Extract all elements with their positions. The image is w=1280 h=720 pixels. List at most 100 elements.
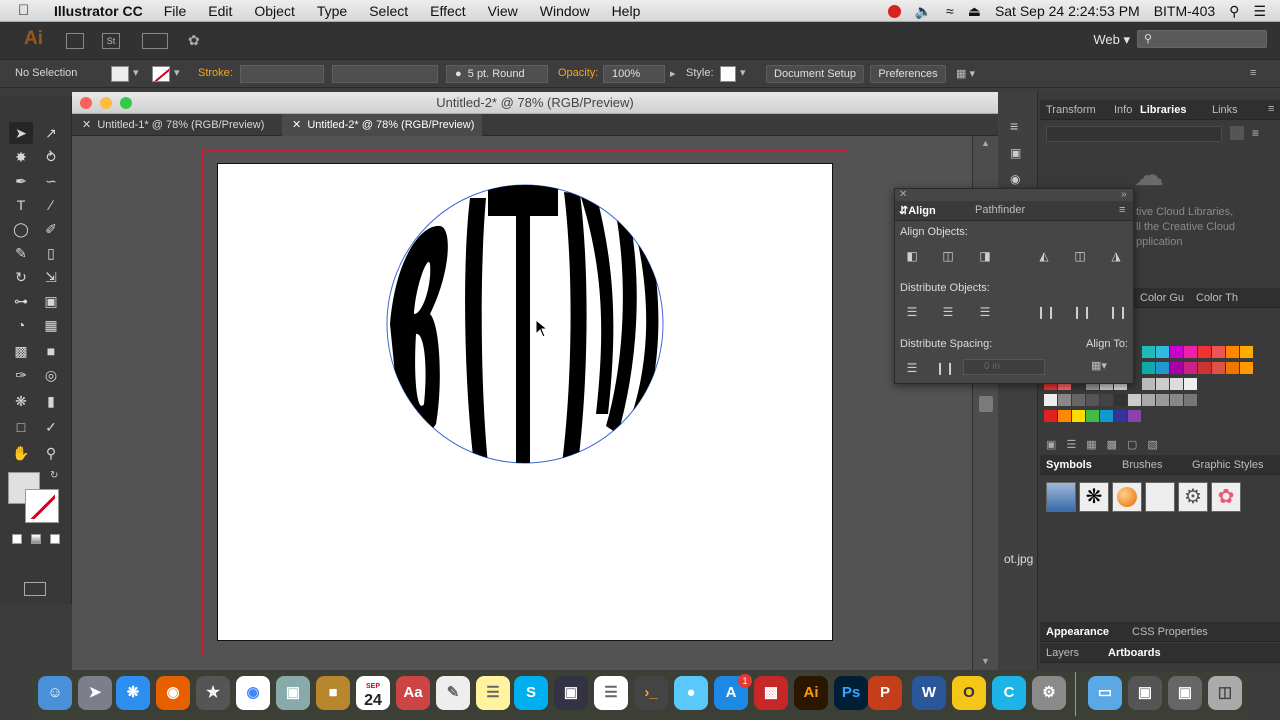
tab-symbols[interactable]: Symbols <box>1046 459 1092 471</box>
swatch[interactable] <box>1142 394 1155 406</box>
close-panel-icon[interactable]: ✕ <box>899 189 907 200</box>
swatch[interactable] <box>1198 410 1211 422</box>
finder-icon[interactable]: ☺ <box>38 676 72 710</box>
mesh-tool-icon[interactable]: ▩ <box>9 340 33 362</box>
magic-wand-tool-icon[interactable]: ✸ <box>9 146 33 168</box>
rotate-tool-icon[interactable]: ↻ <box>9 266 33 288</box>
symbol-dashes[interactable] <box>1145 482 1175 512</box>
eyedropper-tool-icon[interactable]: ✑ <box>9 364 33 386</box>
stroke-label[interactable]: Stroke: <box>198 67 233 79</box>
width-tool-icon[interactable]: ⊶ <box>9 290 33 312</box>
swatch[interactable] <box>1058 410 1071 422</box>
swatch[interactable] <box>1212 410 1225 422</box>
envelope-text-group[interactable] <box>390 184 659 474</box>
tab-libraries[interactable]: Libraries <box>1140 104 1186 116</box>
swatch[interactable] <box>1170 378 1183 390</box>
distribute-bottom-icon[interactable]: ☰ <box>977 305 993 319</box>
slice-tool-icon[interactable]: ✓ <box>39 416 63 438</box>
opacity-arrow-icon[interactable]: ▸ <box>670 67 676 80</box>
curvature-tool-icon[interactable]: ∽ <box>39 170 63 192</box>
symbol-sprayer-tool-icon[interactable]: ❋ <box>9 390 33 412</box>
folder-icon[interactable]: ▭ <box>1088 676 1122 710</box>
distribute-vspace-icon[interactable]: ☰ <box>904 361 920 375</box>
swatch[interactable] <box>1100 394 1113 406</box>
zoom-window-icon[interactable] <box>120 97 132 109</box>
menu-type[interactable]: Type <box>306 3 358 19</box>
swatch[interactable] <box>1100 410 1113 422</box>
tab-untitled-1[interactable]: ✕ Untitled-1* @ 78% (RGB/Preview) <box>72 114 282 136</box>
paintbrush-tool-icon[interactable]: ✐ <box>39 218 63 240</box>
gradient-mode-icon[interactable] <box>31 534 41 544</box>
color-mode-icon[interactable] <box>12 534 22 544</box>
menu-edit[interactable]: Edit <box>197 3 243 19</box>
swatch[interactable] <box>1212 362 1225 374</box>
swatch[interactable] <box>1058 394 1071 406</box>
compressor-icon[interactable]: ✯ <box>196 676 230 710</box>
swatch[interactable] <box>1086 394 1099 406</box>
swatch[interactable] <box>1212 346 1225 358</box>
hand-tool-icon[interactable]: ✋ <box>9 442 33 464</box>
system-preferences-icon[interactable]: ⚙ <box>1032 676 1066 710</box>
library-select[interactable] <box>1046 126 1222 142</box>
distribute-vcenter-icon[interactable]: ☰ <box>940 305 956 319</box>
downloads-stack-icon[interactable]: ▣ <box>1128 676 1162 710</box>
tab-color-guide[interactable]: Color Gu <box>1140 292 1184 304</box>
tab-css-properties[interactable]: CSS Properties <box>1132 626 1208 638</box>
app-menu[interactable]: Illustrator CC <box>54 3 143 19</box>
align-top-icon[interactable]: ◭ <box>1036 249 1052 263</box>
selection-tool-icon[interactable]: ➤ <box>9 122 33 144</box>
symbol-orange-ball[interactable] <box>1112 482 1142 512</box>
swatch[interactable] <box>1142 410 1155 422</box>
preview-icon[interactable]: ▣ <box>276 676 310 710</box>
swatch[interactable] <box>1184 346 1197 358</box>
swatch[interactable] <box>1184 394 1197 406</box>
align-right-icon[interactable]: ◨ <box>977 249 993 263</box>
align-left-icon[interactable]: ◧ <box>904 249 920 263</box>
volume-icon[interactable]: 🔈 <box>915 3 932 20</box>
swatch[interactable] <box>1184 362 1197 374</box>
stroke-color-box[interactable] <box>25 489 59 523</box>
control-menu-icon[interactable]: ≡ <box>1250 67 1256 79</box>
none-mode-icon[interactable] <box>50 534 60 544</box>
swatch[interactable] <box>1226 362 1239 374</box>
swatch[interactable] <box>1114 410 1127 422</box>
close-window-icon[interactable] <box>80 97 92 109</box>
minimize-window-icon[interactable] <box>100 97 112 109</box>
skype-icon[interactable]: S <box>514 676 548 710</box>
symbol-splat[interactable]: ❋ <box>1079 482 1109 512</box>
swap-colors-icon[interactable]: ↻ <box>50 470 58 481</box>
swatch[interactable] <box>1170 410 1183 422</box>
stroke-weight-field[interactable] <box>240 65 324 83</box>
variable-width-profile[interactable] <box>332 65 438 83</box>
swatch[interactable] <box>1226 410 1239 422</box>
workspace-switcher[interactable]: Web ▾ <box>1093 32 1130 48</box>
swatch[interactable] <box>1212 378 1225 390</box>
documents-stack-icon[interactable]: ▣ <box>1168 676 1202 710</box>
distribute-right-icon[interactable]: ❙❙ <box>1108 305 1128 319</box>
symbol-blue-banner[interactable] <box>1046 482 1076 512</box>
list-view-icon[interactable]: ≡ <box>1252 126 1259 140</box>
apple-icon[interactable]:  <box>18 2 38 19</box>
swatch[interactable] <box>1170 346 1183 358</box>
properties-panel-icon[interactable]: ≡ <box>1010 118 1018 134</box>
swatch[interactable] <box>1072 410 1085 422</box>
menu-help[interactable]: Help <box>601 3 652 19</box>
swatch[interactable] <box>1086 410 1099 422</box>
swatch[interactable] <box>1156 378 1169 390</box>
menu-view[interactable]: View <box>477 3 529 19</box>
brush-definition[interactable]: ● 5 pt. Round <box>446 65 548 83</box>
swatch[interactable] <box>1198 346 1211 358</box>
collapse-panel-icon[interactable]: » <box>1121 189 1127 200</box>
swatch[interactable] <box>1128 394 1141 406</box>
swatch[interactable] <box>1198 378 1211 390</box>
lasso-tool-icon[interactable]: ⥁ <box>39 146 63 168</box>
scale-tool-icon[interactable]: ⇲ <box>39 266 63 288</box>
scroll-up-icon[interactable]: ▲ <box>981 138 990 148</box>
swatch[interactable] <box>1170 394 1183 406</box>
swatch[interactable] <box>1142 346 1155 358</box>
reminders-icon[interactable]: ☰ <box>594 676 628 710</box>
swatch[interactable] <box>1226 394 1239 406</box>
bridge-icon[interactable] <box>66 33 84 49</box>
chrome-icon[interactable]: ◉ <box>236 676 270 710</box>
free-transform-tool-icon[interactable]: ▣ <box>39 290 63 312</box>
